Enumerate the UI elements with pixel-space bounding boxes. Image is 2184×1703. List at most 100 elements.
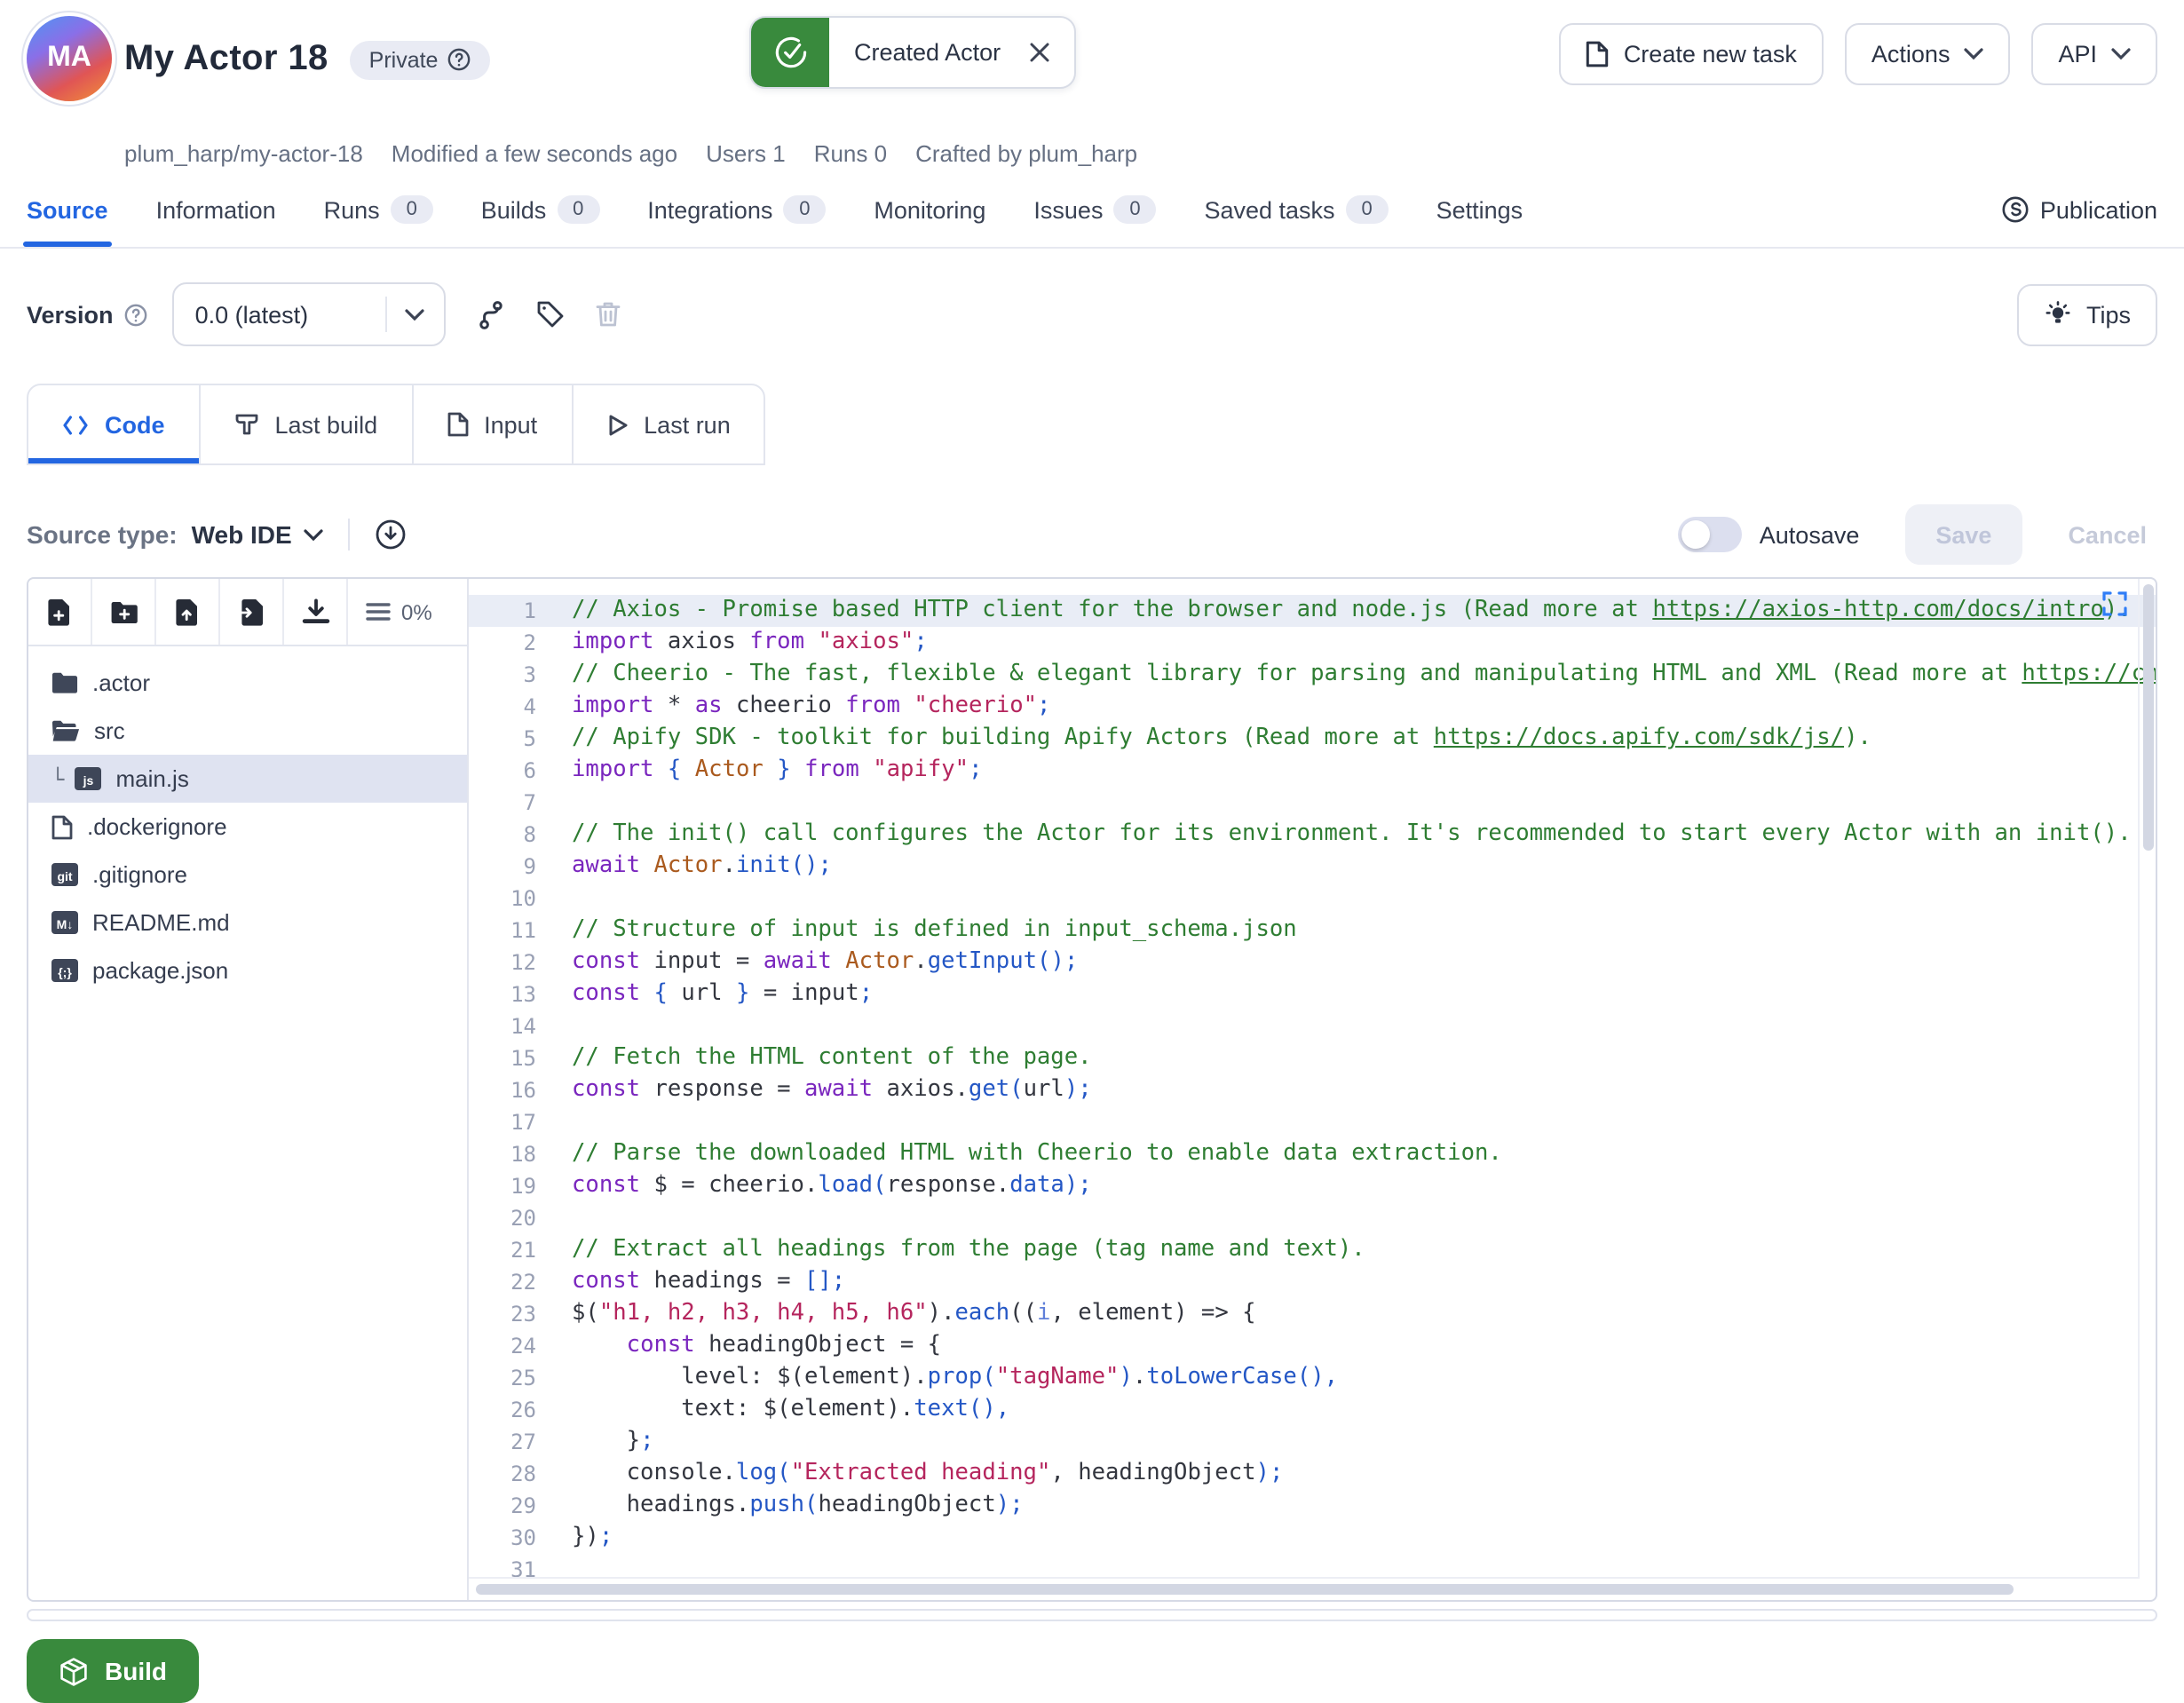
code-line[interactable]: 15// Fetch the HTML content of the page. — [469, 1042, 2156, 1074]
move-file-button[interactable] — [220, 579, 284, 645]
file-item--gitignore[interactable]: git.gitignore — [28, 851, 467, 899]
api-dropdown-button[interactable]: API — [2031, 23, 2157, 85]
create-new-task-label: Create new task — [1624, 41, 1797, 67]
code-line[interactable]: 24 const headingObject = { — [469, 1330, 2156, 1362]
line-content: const { url } = input; — [558, 978, 873, 1010]
code-line[interactable]: 8// The init() call configures the Actor… — [469, 819, 2156, 851]
code-editor[interactable]: 1// Axios - Promise based HTTP client fo… — [469, 579, 2156, 1600]
tab-information[interactable]: Information — [156, 185, 276, 234]
code-line[interactable]: 21// Extract all headings from the page … — [469, 1234, 2156, 1266]
save-button[interactable]: Save — [1905, 504, 2022, 565]
file-item-readme-md[interactable]: M↓ README.md — [28, 899, 467, 947]
page-scrollbar[interactable] — [27, 1609, 2157, 1621]
tab-publication[interactable]: Publication — [2001, 185, 2157, 234]
view-tab-input[interactable]: Input — [413, 385, 573, 463]
tips-button[interactable]: Tips — [2017, 283, 2157, 345]
tag-icon[interactable] — [536, 300, 565, 329]
folder-closed-icon — [51, 671, 78, 694]
file-item--actor[interactable]: .actor — [28, 659, 467, 707]
create-new-task-button[interactable]: Create new task — [1560, 23, 1824, 85]
code-line[interactable]: 16const response = await axios.get(url); — [469, 1074, 2156, 1106]
code-line[interactable]: 28 console.log("Extracted heading", head… — [469, 1458, 2156, 1490]
code-line[interactable]: 29 headings.push(headingObject); — [469, 1490, 2156, 1522]
download-circle-icon[interactable] — [376, 519, 408, 551]
code-line[interactable]: 9await Actor.init(); — [469, 851, 2156, 883]
tab-integrations[interactable]: Integrations0 — [647, 185, 826, 234]
cancel-button[interactable]: Cancel — [2057, 519, 2157, 550]
vertical-scrollbar[interactable] — [2138, 579, 2156, 1579]
toast-close-icon[interactable] — [1029, 43, 1048, 62]
view-tab-code[interactable]: Code — [28, 385, 201, 463]
new-file-button[interactable] — [28, 579, 92, 645]
build-button[interactable]: Build — [27, 1639, 199, 1703]
chevron-down-icon — [1964, 48, 1983, 60]
line-number: 14 — [469, 1010, 558, 1042]
tab-settings[interactable]: Settings — [1436, 185, 1523, 234]
view-tab-last-run[interactable]: Last run — [573, 385, 764, 463]
view-tab-label: Last build — [275, 411, 378, 438]
code-line[interactable]: 5// Apify SDK - toolkit for building Api… — [469, 723, 2156, 755]
code-line[interactable]: 25 level: $(element).prop("tagName").toL… — [469, 1362, 2156, 1394]
file-name: README.md — [92, 909, 230, 936]
code-line[interactable]: 23$("h1, h2, h3, h4, h5, h6").each((i, e… — [469, 1298, 2156, 1330]
code-line[interactable]: 7 — [469, 787, 2156, 819]
code-line[interactable]: 3// Cheerio - The fast, flexible & elega… — [469, 659, 2156, 691]
file-item-main-js[interactable]: └jsmain.js — [28, 755, 467, 803]
code-line[interactable]: 30}); — [469, 1522, 2156, 1554]
git-fork-icon[interactable] — [476, 299, 506, 329]
actor-tabs: Source Information Runs0 Builds0 Integration… — [0, 185, 2184, 249]
version-select[interactable]: 0.0 (latest) — [172, 282, 446, 346]
fullscreen-icon[interactable] — [2102, 591, 2127, 616]
folder-open-icon — [51, 719, 80, 742]
file-item-package-json[interactable]: {;}package.json — [28, 947, 467, 994]
code-line[interactable]: 2import axios from "axios"; — [469, 627, 2156, 659]
tab-label: Information — [156, 196, 276, 223]
code-line[interactable]: 22const headings = []; — [469, 1266, 2156, 1298]
code-line[interactable]: 10 — [469, 883, 2156, 915]
view-tab-last-build[interactable]: Last build — [201, 385, 414, 463]
code-line[interactable]: 12const input = await Actor.getInput(); — [469, 947, 2156, 978]
file-item-src[interactable]: src — [28, 707, 467, 755]
list-icon — [366, 602, 391, 622]
code-line[interactable]: 1// Axios - Promise based HTTP client fo… — [469, 595, 2156, 627]
api-label: API — [2058, 41, 2097, 67]
new-folder-button[interactable] — [92, 579, 156, 645]
code-line[interactable]: 11// Structure of input is defined in in… — [469, 915, 2156, 947]
actor-meta: plum_harp/my-actor-18Modified a few seco… — [124, 140, 1137, 167]
code-line[interactable]: 27 }; — [469, 1426, 2156, 1458]
visibility-badge: Private — [350, 40, 490, 79]
line-number: 9 — [469, 851, 558, 883]
line-content: import * as cheerio from "cheerio"; — [558, 691, 1050, 723]
code-line[interactable]: 4import * as cheerio from "cheerio"; — [469, 691, 2156, 723]
download-button[interactable] — [284, 579, 348, 645]
code-line[interactable]: 17 — [469, 1106, 2156, 1138]
tab-issues[interactable]: Issues0 — [1033, 185, 1156, 234]
file-explorer: 0% .actorsrc└jsmain.js.dockerignoregit.g… — [28, 579, 469, 1600]
source-type-select[interactable]: Web IDE — [192, 520, 324, 549]
code-line[interactable]: 19const $ = cheerio.load(response.data); — [469, 1170, 2156, 1202]
markdown-file-icon: M↓ — [51, 911, 78, 934]
upload-file-button[interactable] — [156, 579, 220, 645]
tab-builds[interactable]: Builds0 — [481, 185, 600, 234]
code-line[interactable]: 14 — [469, 1010, 2156, 1042]
code-line[interactable]: 6import { Actor } from "apify"; — [469, 755, 2156, 787]
tab-runs[interactable]: Runs0 — [324, 185, 433, 234]
horizontal-scrollbar[interactable] — [469, 1577, 2140, 1600]
tab-saved-tasks[interactable]: Saved tasks0 — [1204, 185, 1388, 234]
code-line[interactable]: 13const { url } = input; — [469, 978, 2156, 1010]
code-line[interactable]: 26 text: $(element).text(), — [469, 1394, 2156, 1426]
autosave-toggle[interactable] — [1678, 517, 1742, 552]
chevron-down-icon — [305, 528, 324, 541]
code-line[interactable]: 20 — [469, 1202, 2156, 1234]
file-item--dockerignore[interactable]: .dockerignore — [28, 803, 467, 851]
chevron-down-icon — [385, 297, 444, 332]
actions-dropdown-button[interactable]: Actions — [1845, 23, 2011, 85]
code-line[interactable]: 18// Parse the downloaded HTML with Chee… — [469, 1138, 2156, 1170]
tab-monitoring[interactable]: Monitoring — [874, 185, 985, 234]
line-content — [558, 883, 572, 915]
toast-message: Created Actor — [854, 39, 1001, 66]
tab-source[interactable]: Source — [27, 185, 108, 234]
file-tree: .actorsrc└jsmain.js.dockerignoregit.giti… — [28, 646, 467, 994]
line-content: text: $(element).text(), — [558, 1394, 1009, 1426]
line-content: // The init() call configures the Actor … — [558, 819, 2132, 851]
